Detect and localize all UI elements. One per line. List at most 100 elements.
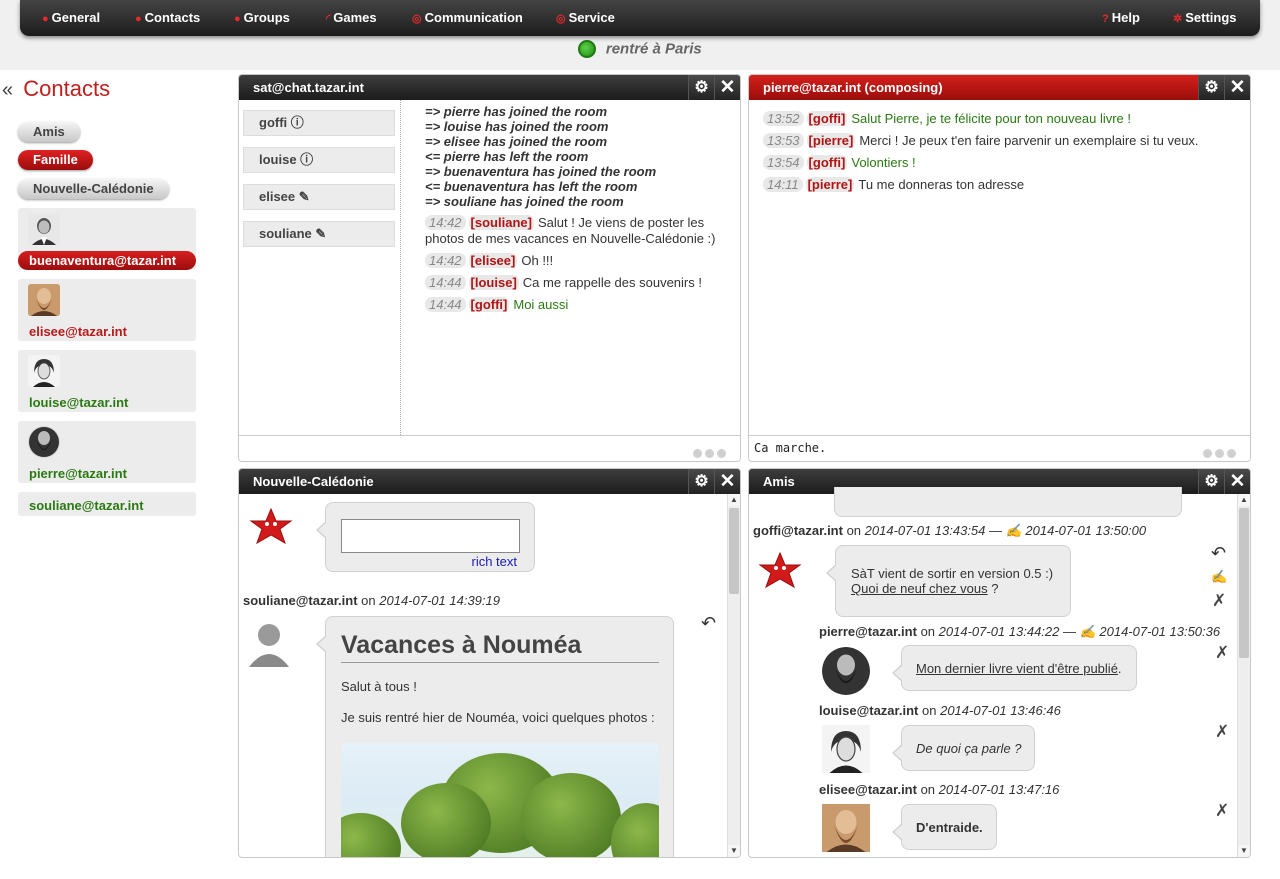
chat-message: 14:44 [goffi] Moi aussi xyxy=(425,297,730,313)
rich-text-link[interactable]: rich text xyxy=(471,554,517,569)
contact-buenaventura[interactable]: buenaventura@tazar.int xyxy=(18,208,196,270)
entry-author-line: goffi@tazar.int on 2014-07-01 13:43:54 —… xyxy=(753,523,1146,539)
contact-souliane[interactable]: souliane@tazar.int xyxy=(18,492,196,516)
message-text: Volontiers ! xyxy=(851,155,916,170)
new-entry-box: rich text xyxy=(316,502,535,572)
panel-header: pierre@tazar.int (composing) ⚙ ✕ xyxy=(749,75,1250,100)
menu-help[interactable]: ? Help xyxy=(1102,10,1140,25)
message-nick[interactable]: [goffi] xyxy=(468,297,510,312)
scroll-down-icon[interactable]: ▼ xyxy=(728,845,740,857)
chat-message: 14:11 [pierre] Tu me donneras ton adresse xyxy=(763,177,1240,193)
occupant-item[interactable]: louise ⓘ xyxy=(243,147,395,173)
scroll-down-icon[interactable]: ▼ xyxy=(1238,845,1250,857)
vertical-scrollbar[interactable]: ▲ ▼ xyxy=(727,494,740,857)
message-input[interactable] xyxy=(239,435,740,461)
status-message[interactable]: rentré à Paris xyxy=(606,41,702,58)
contact-pierre[interactable]: pierre@tazar.int xyxy=(18,421,196,483)
blog-panel-nouvelle-caledonie: Nouvelle-Calédonie ⚙ ✕ rich text soulian… xyxy=(238,468,741,858)
menu-contacts[interactable]: ● Contacts xyxy=(135,10,200,25)
contact-louise[interactable]: louise@tazar.int xyxy=(18,350,196,412)
muc-chat-panel: sat@chat.tazar.int ⚙ ✕ goffi ⓘ louise ⓘ … xyxy=(238,74,741,462)
blog-entry-link[interactable]: Quoi de neuf chez vous xyxy=(851,581,988,596)
contacts-header: « Contacts xyxy=(2,76,110,102)
chat-message: 13:52 [goffi] Salut Pierre, je te félicite… xyxy=(763,111,1240,127)
occupant-item[interactable]: goffi ⓘ xyxy=(243,110,395,136)
group-nouvelle-caledonie-button[interactable]: Nouvelle-Calédonie xyxy=(18,179,169,199)
delete-icon[interactable]: ✗ xyxy=(1212,591,1226,611)
general-icon: ● xyxy=(42,13,49,25)
close-icon[interactable]: ✕ xyxy=(714,469,740,494)
collapse-contacts-icon[interactable]: « xyxy=(2,79,13,101)
help-icon: ? xyxy=(1102,13,1109,25)
close-icon[interactable]: ✕ xyxy=(1224,469,1250,494)
panel-header: sat@chat.tazar.int ⚙ ✕ xyxy=(239,75,740,100)
message-nick[interactable]: [goffi] xyxy=(806,111,848,126)
reply-icon[interactable]: ↶ xyxy=(1211,543,1226,564)
message-text: Moi aussi xyxy=(513,297,569,312)
entry-on: on xyxy=(361,593,376,608)
delete-icon[interactable]: ✗ xyxy=(1215,643,1229,663)
chat-message: 14:42 [elisee] Oh !!! xyxy=(425,253,730,269)
occupant-item[interactable]: souliane ✎ xyxy=(243,221,395,247)
entry-author[interactable]: souliane@tazar.int xyxy=(243,593,358,608)
message-text: Oh !!! xyxy=(521,253,554,268)
contact-elisee[interactable]: elisee@tazar.int xyxy=(18,279,196,341)
message-text: Merci ! Je peux t'en faire parvenir un e… xyxy=(859,133,1199,148)
close-icon[interactable]: ✕ xyxy=(714,75,740,100)
entry-author[interactable]: goffi@tazar.int xyxy=(753,523,843,538)
panel-header: Nouvelle-Calédonie ⚙ ✕ xyxy=(239,469,740,494)
louise-avatar xyxy=(822,725,870,773)
blog-entry-link[interactable]: Mon dernier livre vient d'être publié xyxy=(916,661,1118,676)
entry-on: on xyxy=(922,703,937,718)
menu-general[interactable]: ● General xyxy=(42,10,100,25)
message-nick[interactable]: [pierre] xyxy=(805,177,855,192)
message-nick[interactable]: [goffi] xyxy=(806,155,848,170)
menu-games[interactable]: ◜ Games xyxy=(326,10,377,25)
message-time: 13:54 xyxy=(763,155,804,170)
vertical-scrollbar[interactable]: ▲ ▼ xyxy=(1237,494,1250,857)
reply-icon[interactable]: ↶ xyxy=(701,613,716,634)
top-bar: ● General ● Contacts ● Groups ◜ Games ◎ Commu… xyxy=(0,0,1280,70)
entry-on: on xyxy=(920,624,936,639)
message-input[interactable]: Ca marche. xyxy=(749,435,1250,461)
menu-settings[interactable]: ✲ Settings xyxy=(1173,10,1237,25)
scroll-up-icon[interactable]: ▲ xyxy=(1238,494,1250,506)
blog-entry-bubble: Mon dernier livre vient d'être publié. xyxy=(892,645,1137,691)
menu-communication[interactable]: ◎ Communication xyxy=(412,10,523,25)
message-nick[interactable]: [souliane] xyxy=(468,215,534,230)
delete-icon[interactable]: ✗ xyxy=(1215,801,1229,821)
chat-log: => pierre has joined the room => louise … xyxy=(425,104,730,313)
presence-status[interactable]: rentré à Paris xyxy=(0,40,1280,66)
message-nick[interactable]: [louise] xyxy=(468,275,519,290)
message-input-value[interactable]: Ca marche. xyxy=(754,441,826,455)
gear-icon[interactable]: ⚙ xyxy=(1198,75,1224,100)
entry-author[interactable]: louise@tazar.int xyxy=(819,703,918,718)
menu-groups[interactable]: ● Groups xyxy=(234,10,290,25)
new-entry-textarea[interactable] xyxy=(341,519,520,553)
scroll-up-icon[interactable]: ▲ xyxy=(728,494,740,506)
entry-author[interactable]: pierre@tazar.int xyxy=(819,624,917,639)
scroll-thumb[interactable] xyxy=(729,508,739,594)
message-time: 14:42 xyxy=(425,253,466,268)
chat-message: 14:44 [louise] Ca me rappelle des souvenir… xyxy=(425,275,730,291)
edit-icon[interactable]: ✍ xyxy=(1211,569,1227,585)
occupant-item[interactable]: elisee ✎ xyxy=(243,184,395,210)
sat-logo-icon xyxy=(755,551,805,591)
close-icon[interactable]: ✕ xyxy=(1224,75,1250,100)
gear-icon[interactable]: ⚙ xyxy=(688,75,714,100)
message-text: Tu me donneras ton adresse xyxy=(858,177,1025,192)
blog-entry-title: Vacances à Nouméa xyxy=(341,631,659,663)
message-nick[interactable]: [elisee] xyxy=(468,253,518,268)
scroll-thumb[interactable] xyxy=(1239,508,1249,658)
group-famille-button[interactable]: Famille xyxy=(18,150,93,170)
entry-author[interactable]: elisee@tazar.int xyxy=(819,782,917,797)
message-nick[interactable]: [pierre] xyxy=(806,133,856,148)
delete-icon[interactable]: ✗ xyxy=(1215,722,1229,742)
default-avatar-icon xyxy=(245,621,293,667)
system-message: <= buenaventura has left the room xyxy=(425,179,638,194)
group-amis-button[interactable]: Amis xyxy=(18,122,80,142)
gear-icon[interactable]: ⚙ xyxy=(688,469,714,494)
presence-dot-icon[interactable] xyxy=(578,40,597,58)
gear-icon[interactable]: ⚙ xyxy=(1198,469,1224,494)
menu-service[interactable]: ◎ Service xyxy=(556,10,615,25)
